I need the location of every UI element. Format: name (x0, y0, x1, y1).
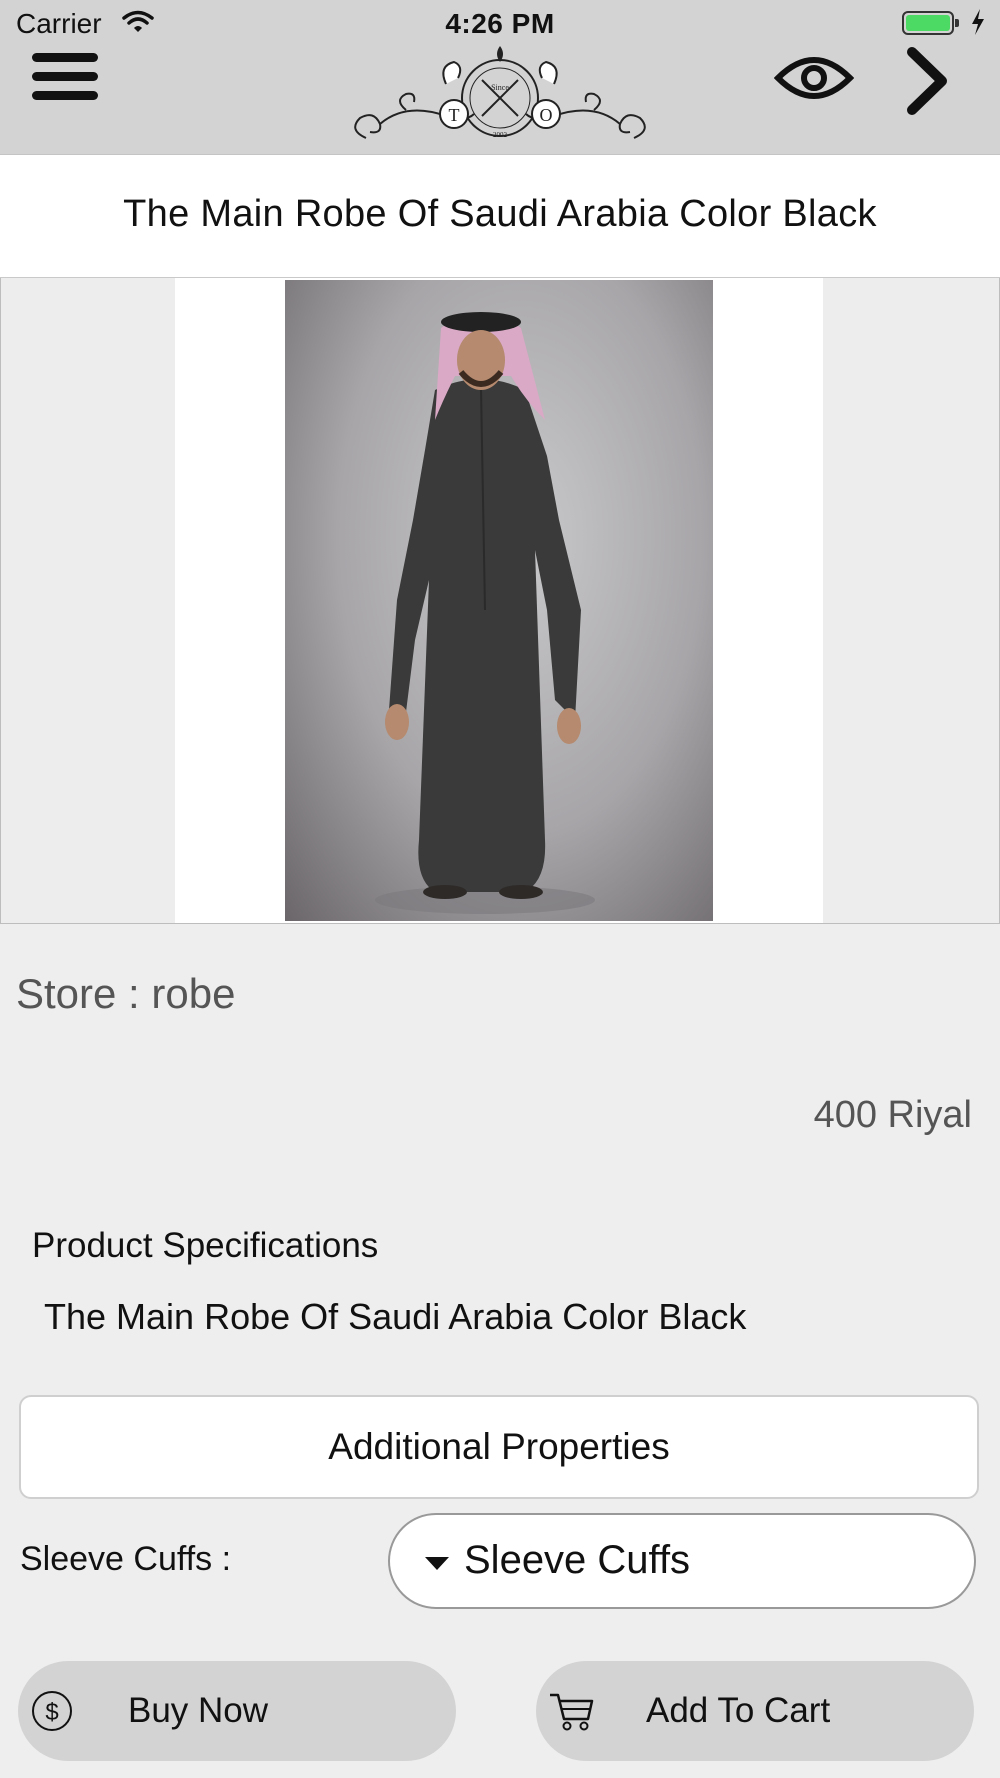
specifications-text: The Main Robe Of Saudi Arabia Color Blac… (44, 1296, 747, 1337)
chevron-right-icon (907, 47, 947, 115)
menu-button[interactable] (28, 48, 102, 106)
status-time: 4:26 PM (445, 8, 555, 39)
sleeve-cuffs-select[interactable]: Sleeve Cuffs (388, 1513, 976, 1609)
sleeve-cuffs-value: Sleeve Cuffs (464, 1538, 691, 1582)
add-to-cart-label: Add To Cart (646, 1691, 831, 1730)
price-label: 400 Riyal (813, 1094, 972, 1136)
buy-now-label: Buy Now (128, 1691, 269, 1730)
logo-year: 2002 (493, 131, 508, 139)
next-button[interactable] (900, 46, 956, 116)
product-title: The Main Robe Of Saudi Arabia Color Blac… (123, 193, 877, 235)
logo-letter-t: T (449, 105, 460, 125)
dollar-circle-icon: $ (32, 1691, 72, 1731)
specifications-heading: Product Specifications (32, 1226, 379, 1265)
product-image-frame[interactable] (0, 278, 1000, 924)
product-photo (285, 280, 713, 921)
top-bar: Carrier 4:26 PM T O Since 2002 (0, 0, 1000, 155)
shopping-cart-icon (550, 1693, 594, 1731)
charging-bolt-icon (972, 9, 984, 35)
logo-letter-o: O (540, 105, 553, 125)
buy-now-button[interactable]: $ Buy Now (18, 1661, 456, 1761)
additional-properties-button[interactable]: Additional Properties (19, 1395, 979, 1499)
sleeve-cuffs-label: Sleeve Cuffs : (20, 1540, 232, 1578)
title-bar: The Main Robe Of Saudi Arabia Color Blac… (0, 155, 1000, 279)
view-button[interactable] (774, 50, 854, 106)
add-to-cart-button[interactable]: Add To Cart (536, 1661, 974, 1761)
brand-logo: T O Since 2002 (354, 46, 646, 139)
eye-icon (774, 57, 854, 99)
battery-icon (902, 11, 959, 35)
image-canvas (175, 278, 823, 923)
logo-since: Since (491, 83, 509, 92)
caret-down-icon (425, 1557, 449, 1570)
svg-text:$: $ (45, 1699, 58, 1726)
store-label: Store : robe (16, 970, 236, 1017)
hamburger-menu-icon (32, 53, 98, 62)
